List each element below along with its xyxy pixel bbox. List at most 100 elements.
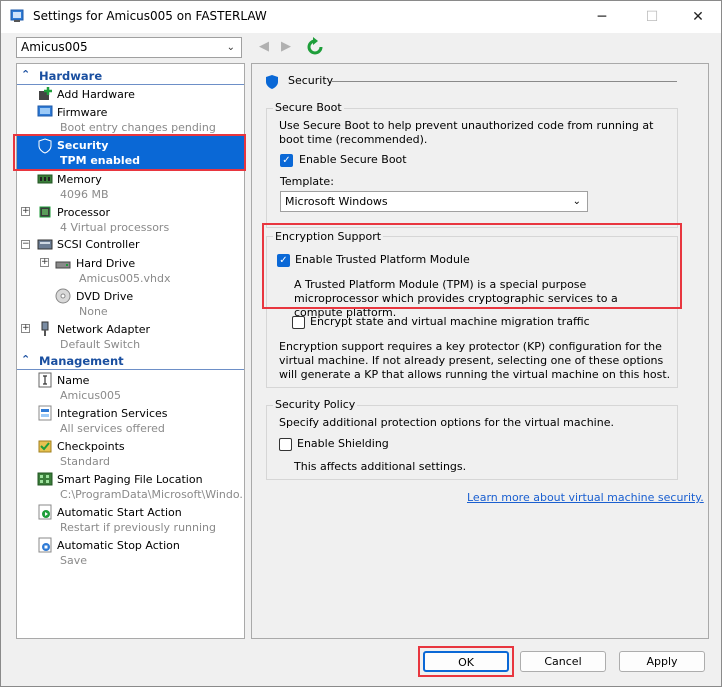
maximize-button[interactable]: ☐	[629, 1, 675, 33]
chevron-down-icon: ⌄	[572, 196, 581, 207]
enable-secure-boot-checkbox[interactable]: ✓	[280, 154, 293, 167]
secure-boot-title: Secure Boot	[273, 101, 344, 114]
template-label: Template:	[280, 175, 334, 188]
encryption-support-title: Encryption Support	[273, 230, 384, 243]
firmware-status: Boot entry changes pending	[60, 121, 216, 134]
collapse-icon[interactable]: −	[21, 240, 30, 249]
tree-item-processor[interactable]: + Processor 4 Virtual processors	[17, 203, 244, 235]
apply-button[interactable]: Apply	[619, 651, 705, 672]
automatic-start-icon	[38, 504, 52, 520]
dvd-drive-icon	[55, 288, 71, 304]
expand-icon[interactable]: +	[40, 258, 49, 267]
processor-icon	[39, 206, 51, 218]
vm-select-dropdown[interactable]: Amicus005 ⌄	[16, 37, 242, 58]
hard-drive-icon	[55, 261, 71, 269]
smart-paging-icon	[37, 472, 53, 486]
network-adapter-value: Default Switch	[60, 338, 141, 351]
smart-paging-path: C:\ProgramData\Microsoft\Windo...	[60, 488, 245, 501]
processor-value: 4 Virtual processors	[60, 221, 170, 234]
tree-item-add-hardware[interactable]: Add Hardware	[17, 86, 244, 102]
learn-more-link[interactable]: Learn more about virtual machine securit…	[467, 491, 704, 504]
security-status: TPM enabled	[60, 154, 141, 167]
shield-icon	[266, 75, 278, 89]
hardware-section-header[interactable]: ⌃ Hardware	[17, 68, 244, 85]
title-bar: Settings for Amicus005 on FASTERLAW ─ ☐ …	[1, 1, 721, 33]
expand-icon[interactable]: +	[21, 207, 30, 216]
tree-item-network-adapter[interactable]: + Network Adapter Default Switch	[17, 320, 244, 352]
tree-item-security[interactable]: Security TPM enabled	[17, 136, 244, 170]
expand-icon[interactable]: +	[21, 324, 30, 333]
forward-arrow-icon[interactable]: ▶	[281, 39, 291, 54]
automatic-stop-icon	[38, 537, 52, 553]
automatic-stop-label: Automatic Stop Action	[57, 539, 180, 552]
automatic-stop-value: Save	[60, 554, 88, 567]
name-value: Amicus005	[60, 389, 122, 402]
enable-shielding-checkbox[interactable]	[279, 438, 292, 451]
tree-item-hard-drive[interactable]: + Hard Drive Amicus005.vhdx	[17, 254, 244, 286]
automatic-start-label: Automatic Start Action	[57, 506, 182, 519]
memory-label: Memory	[57, 173, 102, 186]
chevron-down-icon: ⌄	[226, 42, 235, 53]
firmware-icon	[37, 105, 53, 117]
template-dropdown[interactable]: Microsoft Windows ⌄	[280, 191, 588, 212]
dvd-drive-value: None	[79, 305, 108, 318]
automatic-start-value: Restart if previously running	[60, 521, 216, 534]
tree-item-memory[interactable]: Memory 4096 MB	[17, 170, 244, 202]
tree-item-automatic-stop[interactable]: Automatic Stop Action Save	[17, 536, 244, 568]
name-label: Name	[57, 374, 90, 387]
tree-item-smart-paging[interactable]: Smart Paging File Location C:\ProgramDat…	[17, 470, 244, 502]
integration-services-label: Integration Services	[57, 407, 168, 420]
add-hardware-icon	[39, 87, 52, 100]
key-protector-description: Encryption support requires a key protec…	[279, 340, 671, 381]
settings-app-icon	[10, 9, 24, 22]
back-arrow-icon[interactable]: ◀	[259, 39, 269, 54]
enable-shielding-label: Enable Shielding	[297, 437, 389, 450]
enable-secure-boot-label: Enable Secure Boot	[299, 153, 407, 166]
refresh-icon[interactable]	[307, 37, 323, 55]
tree-item-automatic-start[interactable]: Automatic Start Action Restart if previo…	[17, 503, 244, 535]
vm-select-value: Amicus005	[21, 40, 88, 54]
security-label: Security	[57, 139, 109, 152]
integration-services-icon	[38, 405, 52, 421]
heading-divider	[332, 81, 677, 82]
window-title: Settings for Amicus005 on FASTERLAW	[33, 9, 267, 23]
management-section-header[interactable]: ⌃ Management	[17, 353, 244, 370]
checkpoints-value: Standard	[60, 455, 111, 468]
collapse-icon: ⌃	[21, 68, 31, 81]
tree-item-firmware[interactable]: Firmware Boot entry changes pending	[17, 104, 244, 136]
ok-button[interactable]: OK	[423, 651, 509, 672]
encrypt-traffic-label: Encrypt state and virtual machine migrat…	[310, 315, 590, 328]
close-button[interactable]: ✕	[675, 1, 721, 33]
tree-item-integration-services[interactable]: Integration Services All services offere…	[17, 404, 244, 436]
network-adapter-label: Network Adapter	[57, 323, 151, 336]
shield-icon	[38, 138, 52, 154]
template-value: Microsoft Windows	[285, 195, 388, 208]
security-policy-description: Specify additional protection options fo…	[279, 416, 614, 429]
settings-tree: ⌃ Hardware Add Hardware Firmware Boot en…	[16, 63, 245, 639]
memory-icon	[37, 174, 53, 184]
checkpoints-icon	[38, 440, 52, 453]
enable-tpm-label: Enable Trusted Platform Module	[295, 253, 470, 266]
enable-tpm-checkbox[interactable]: ✓	[277, 254, 290, 267]
tree-item-checkpoints[interactable]: Checkpoints Standard	[17, 437, 244, 469]
security-settings-panel: Security Secure Boot Use Secure Boot to …	[251, 63, 709, 639]
panel-heading: Security	[288, 74, 334, 87]
firmware-label: Firmware	[57, 106, 108, 119]
encrypt-traffic-checkbox[interactable]	[292, 316, 305, 329]
smart-paging-label: Smart Paging File Location	[57, 473, 203, 486]
tree-item-name[interactable]: Name Amicus005	[17, 371, 244, 403]
hardware-header-label: Hardware	[39, 69, 103, 83]
tree-item-scsi-controller[interactable]: − SCSI Controller	[17, 236, 244, 252]
management-header-label: Management	[39, 354, 124, 368]
cancel-button[interactable]: Cancel	[520, 651, 606, 672]
network-adapter-icon	[41, 321, 49, 336]
tree-item-dvd-drive[interactable]: DVD Drive None	[17, 287, 244, 319]
name-icon	[38, 372, 52, 388]
tpm-description: A Trusted Platform Module (TPM) is a spe…	[294, 278, 618, 319]
security-policy-title: Security Policy	[273, 398, 358, 411]
collapse-icon: ⌃	[21, 353, 31, 366]
memory-value: 4096 MB	[60, 188, 109, 201]
hard-drive-label: Hard Drive	[76, 257, 136, 270]
minimize-button[interactable]: ─	[579, 1, 625, 33]
checkpoints-label: Checkpoints	[57, 440, 125, 453]
